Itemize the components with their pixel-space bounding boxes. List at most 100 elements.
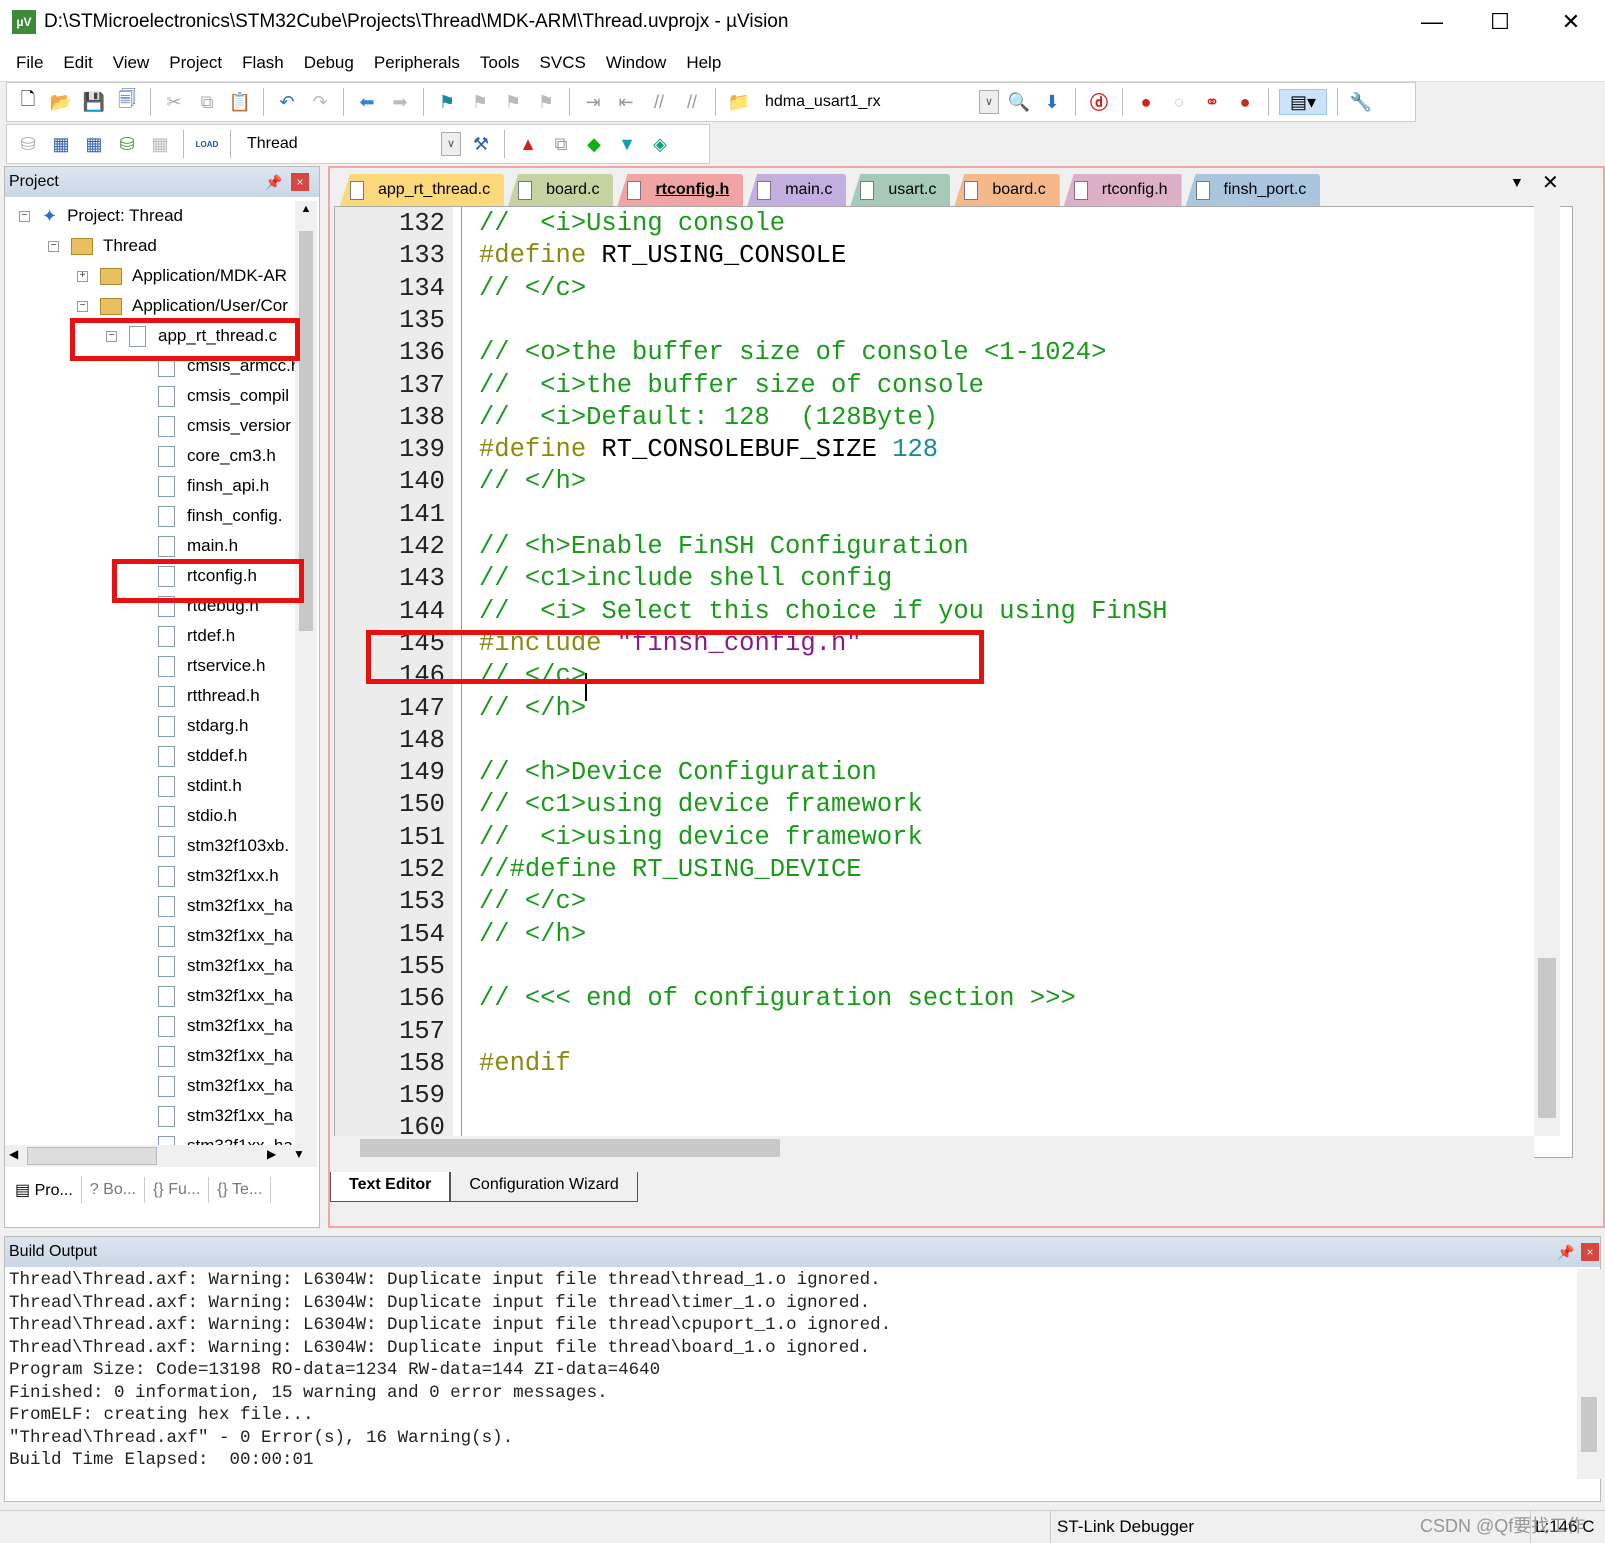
- menu-window[interactable]: Window: [596, 53, 676, 73]
- tree-item[interactable]: stm32f1xx_ha: [135, 1041, 293, 1071]
- tree-item[interactable]: stdio.h: [135, 801, 237, 831]
- tree-item[interactable]: finsh_api.h: [135, 471, 269, 501]
- tree-item[interactable]: stdint.h: [135, 771, 242, 801]
- bookmark-icon[interactable]: ⚑: [434, 89, 460, 115]
- rebuild-icon[interactable]: ▦: [81, 131, 107, 157]
- tree-item[interactable]: stm32f1xx_ha: [135, 891, 293, 921]
- tree-item[interactable]: stm32f1xx_ha: [135, 981, 293, 1011]
- minimize-button[interactable]: —: [1398, 0, 1466, 44]
- disable-breakpoint-icon[interactable]: ○: [1166, 89, 1192, 115]
- tab-text-editor[interactable]: Text Editor: [330, 1172, 451, 1202]
- tab-finsh-port-c[interactable]: finsh_port.c: [1185, 174, 1321, 206]
- cut-icon[interactable]: ✂: [161, 89, 187, 115]
- tab-board-c[interactable]: board.c: [954, 174, 1060, 206]
- menu-peripherals[interactable]: Peripherals: [364, 53, 470, 73]
- paste-icon[interactable]: 📋: [227, 89, 253, 115]
- menu-view[interactable]: View: [103, 53, 160, 73]
- panel-tab[interactable]: {} Fu...: [145, 1177, 210, 1203]
- expand-icon[interactable]: +: [77, 270, 88, 282]
- unindent-icon[interactable]: ⇤: [613, 89, 639, 115]
- tree-item[interactable]: rtservice.h: [135, 651, 265, 681]
- chevron-down-icon[interactable]: ∨: [441, 132, 461, 156]
- pack-installer-icon[interactable]: ▼: [614, 131, 640, 157]
- close-panel-icon[interactable]: ×: [291, 173, 309, 191]
- tab-app-rt-thread-c[interactable]: app_rt_thread.c: [340, 174, 505, 206]
- tree-item[interactable]: core_cm3.h: [135, 441, 276, 471]
- tab-main-c[interactable]: main.c: [747, 174, 847, 206]
- build-icon[interactable]: ▦: [48, 131, 74, 157]
- clear-bookmarks-icon[interactable]: ⚑: [533, 89, 559, 115]
- find-icon[interactable]: 🔍: [1006, 89, 1032, 115]
- find-in-files-icon[interactable]: 📁: [726, 89, 752, 115]
- navigate-back-icon[interactable]: ⬅: [354, 89, 380, 115]
- close-tab-icon[interactable]: ✕: [1542, 170, 1559, 195]
- pin-icon[interactable]: 📌: [1557, 1244, 1574, 1261]
- target-options-icon[interactable]: ⚒: [468, 131, 494, 157]
- new-file-icon[interactable]: 🗋: [15, 89, 41, 115]
- tree-item[interactable]: cmsis_compil: [135, 381, 289, 411]
- configure-icon[interactable]: 🔧: [1348, 89, 1374, 115]
- undo-icon[interactable]: ↶: [274, 89, 300, 115]
- breakpoint-icon[interactable]: ●: [1133, 89, 1159, 115]
- save-icon[interactable]: 💾: [81, 89, 107, 115]
- tree-item[interactable]: rtdef.h: [135, 621, 235, 651]
- prev-bookmark-icon[interactable]: ⚑: [467, 89, 493, 115]
- debug-session-icon[interactable]: ⓓ: [1086, 89, 1112, 115]
- uncomment-icon[interactable]: //: [679, 89, 705, 115]
- output-vertical-scrollbar[interactable]: [1577, 1269, 1601, 1479]
- tree-item[interactable]: stm32f1xx.h: [135, 861, 279, 891]
- manage-components-icon[interactable]: ▲: [515, 131, 541, 157]
- batch-build-icon[interactable]: ⛁: [114, 131, 140, 157]
- tree-item[interactable]: stm32f1xx_ha: [135, 1131, 293, 1145]
- save-all-icon[interactable]: 🗐: [114, 89, 140, 115]
- tree-item[interactable]: stm32f1xx_ha: [135, 1101, 293, 1131]
- open-folder-icon[interactable]: 📂: [48, 89, 74, 115]
- close-button[interactable]: ✕: [1537, 0, 1605, 44]
- translate-icon[interactable]: ⛁: [15, 131, 41, 157]
- tree-item[interactable]: stddef.h: [135, 741, 248, 771]
- panel-tab[interactable]: ▤ Pro...: [7, 1176, 82, 1204]
- software-packs-icon[interactable]: ◈: [647, 131, 673, 157]
- tab-rtconfig-h[interactable]: rtconfig.h: [617, 174, 744, 206]
- copy-icon[interactable]: ⧉: [194, 89, 220, 115]
- menu-debug[interactable]: Debug: [294, 53, 364, 73]
- tab-usart-c[interactable]: usart.c: [850, 174, 951, 206]
- pin-icon[interactable]: 📌: [265, 174, 282, 191]
- tree-item[interactable]: − Application/User/Cor: [77, 291, 288, 321]
- target-select[interactable]: Thread ∨: [241, 130, 461, 158]
- menu-file[interactable]: File: [6, 53, 53, 73]
- tree-item[interactable]: stm32f1xx_ha: [135, 921, 293, 951]
- collapse-icon[interactable]: −: [48, 240, 59, 252]
- menu-flash[interactable]: Flash: [232, 53, 294, 73]
- panel-tab[interactable]: {} Te...: [209, 1177, 272, 1203]
- close-panel-icon[interactable]: ×: [1581, 1243, 1599, 1261]
- select-packs-icon[interactable]: ⧉: [548, 131, 574, 157]
- menu-svcs[interactable]: SVCS: [530, 53, 596, 73]
- tree-item[interactable]: stm32f1xx_ha: [135, 1011, 293, 1041]
- window-layout-icon[interactable]: ▤▾: [1279, 89, 1327, 115]
- kill-all-breakpoints-icon[interactable]: ●: [1232, 89, 1258, 115]
- indent-icon[interactable]: ⇥: [580, 89, 606, 115]
- comment-icon[interactable]: //: [646, 89, 672, 115]
- maximize-button[interactable]: ☐: [1466, 0, 1534, 44]
- tab-list-icon[interactable]: ▼: [1510, 174, 1524, 190]
- next-bookmark-icon[interactable]: ⚑: [500, 89, 526, 115]
- stop-build-icon[interactable]: ▦: [147, 131, 173, 157]
- tree-item[interactable]: − ✦ Project: Thread: [19, 201, 183, 231]
- editor-horizontal-scrollbar[interactable]: [334, 1136, 1534, 1160]
- menu-edit[interactable]: Edit: [53, 53, 102, 73]
- tree-item[interactable]: finsh_config.: [135, 501, 282, 531]
- tree-item[interactable]: stm32f1xx_ha: [135, 1071, 293, 1101]
- tree-item[interactable]: + Application/MDK-AR: [77, 261, 287, 291]
- find-combo[interactable]: hdma_usart1_rx ∨: [759, 88, 999, 116]
- menu-tools[interactable]: Tools: [470, 53, 530, 73]
- tab-configuration-wizard[interactable]: Configuration Wizard: [450, 1172, 638, 1202]
- panel-tab[interactable]: ? Bo...: [82, 1177, 146, 1203]
- menu-help[interactable]: Help: [676, 53, 731, 73]
- tree-item[interactable]: cmsis_versior: [135, 411, 291, 441]
- tab-board-c[interactable]: board.c: [508, 174, 614, 206]
- chevron-down-icon[interactable]: ∨: [979, 90, 999, 114]
- redo-icon[interactable]: ↷: [307, 89, 333, 115]
- tree-item[interactable]: rtthread.h: [135, 681, 260, 711]
- collapse-icon[interactable]: −: [19, 210, 30, 222]
